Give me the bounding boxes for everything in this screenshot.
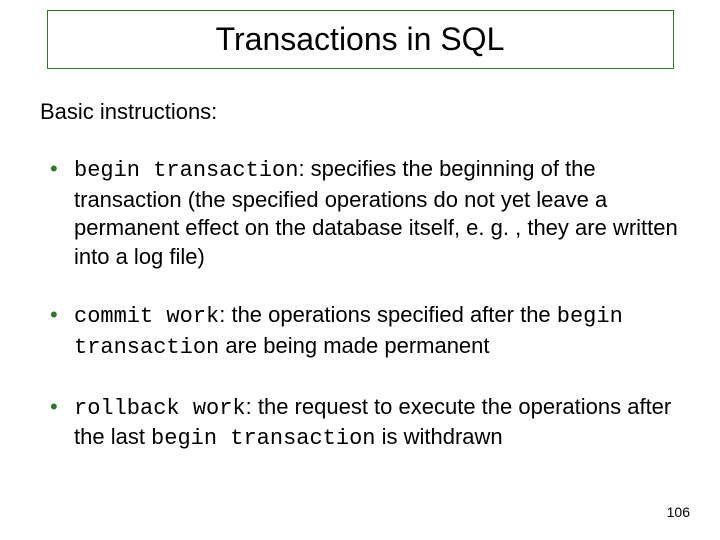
bullet-list: begin transaction: specifies the beginni… (30, 155, 690, 454)
code-term: begin transaction (151, 426, 375, 451)
slide-title-box: Transactions in SQL (47, 10, 674, 69)
slide-title: Transactions in SQL (68, 21, 653, 58)
bullet-text: are being made permanent (219, 333, 489, 358)
slide-subheading: Basic instructions: (30, 99, 690, 125)
bullet-item: commit work: the operations specified af… (50, 301, 690, 362)
bullet-text: is withdrawn (375, 424, 502, 449)
bullet-text: : the operations specified after the (219, 302, 557, 327)
page-number: 106 (667, 504, 690, 520)
code-term: commit work (74, 304, 219, 329)
code-term: rollback work (74, 396, 246, 421)
code-term: begin transaction (74, 158, 298, 183)
bullet-item: begin transaction: specifies the beginni… (50, 155, 690, 271)
bullet-item: rollback work: the request to execute th… (50, 393, 690, 454)
